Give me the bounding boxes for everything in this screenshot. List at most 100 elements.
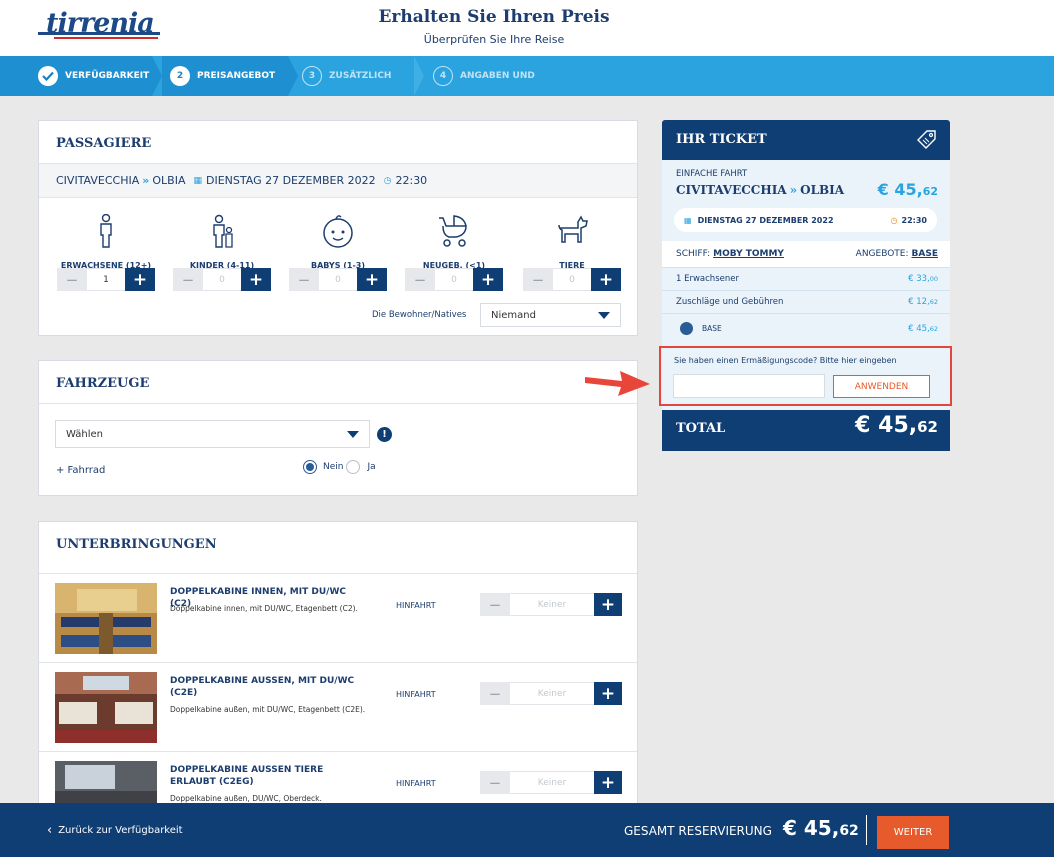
step-preisangebot: 2 PREISANGEBOT: [170, 56, 275, 96]
ticket-body: EINFACHE FAHRT CIVITAVECCHIA » OLBIA € 4…: [659, 160, 952, 410]
offer-name[interactable]: BASE: [912, 249, 938, 259]
ticket-title: IHR TICKET: [676, 132, 767, 147]
cabin-direction: HINFAHRT: [396, 779, 436, 788]
decrement-button[interactable]: −: [480, 682, 510, 705]
stroller-icon: [405, 213, 503, 249]
radio-yes[interactable]: [346, 460, 361, 474]
decrement-button[interactable]: −: [405, 268, 435, 291]
increment-button[interactable]: +: [241, 268, 271, 291]
cabin-direction: HINFAHRT: [396, 690, 436, 699]
increment-button[interactable]: +: [125, 268, 155, 291]
base-row: BASE € 45,62: [662, 313, 950, 343]
discount-prompt: Sie haben einen Ermäßigungscode? Bitte h…: [674, 356, 897, 365]
decrement-button[interactable]: −: [173, 268, 203, 291]
line-amount: € 12,62: [908, 297, 938, 307]
total-price: € 45,62: [855, 413, 938, 438]
next-button[interactable]: WEITER: [877, 816, 949, 849]
ticket-to: OLBIA: [800, 183, 845, 197]
residents-select[interactable]: Niemand: [480, 303, 621, 327]
cabin-desc: Doppelkabine außen, mit DU/WC, Etagenbet…: [170, 705, 366, 714]
decrement-button[interactable]: −: [480, 593, 510, 616]
ticket-date: DIENSTAG 27 DEZEMBER 2022: [697, 215, 834, 225]
progress-steps: VERFÜGBARKEIT 2 PREISANGEBOT 3 ZUSÄTZLIC…: [0, 56, 1054, 96]
radio-yes-label: Ja: [367, 462, 376, 472]
newborn-count[interactable]: 0: [435, 268, 473, 291]
pax-adult: ERWACHSENE (12+): [57, 213, 155, 270]
radio-no-label: Nein: [323, 462, 344, 472]
divider: [866, 815, 867, 845]
baby-stepper: − 0 +: [289, 268, 387, 291]
cabin-stepper: − Keiner +: [480, 593, 622, 616]
apply-button[interactable]: ANWENDEN: [833, 375, 930, 398]
step-label: ZUSÄTZLICH: [329, 71, 392, 81]
ticket-route: CIVITAVECCHIA » OLBIA: [676, 183, 844, 197]
residents-value: Niemand: [491, 309, 536, 321]
bike-link[interactable]: + Fahrrad: [56, 465, 105, 476]
ticket-total-bar: TOTAL € 45,62: [662, 410, 950, 451]
back-link[interactable]: ‹ Zurück zur Verfügbarkeit: [47, 823, 183, 838]
footer-total-label: GESAMT RESERVIERUNG: [624, 824, 772, 838]
radio-no[interactable]: [303, 460, 317, 474]
increment-button[interactable]: +: [594, 593, 622, 616]
discount-code-input[interactable]: [673, 374, 825, 398]
offer-label: ANGEBOTE:: [855, 249, 909, 259]
route-date: DIENSTAG 27 DEZEMBER 2022: [206, 174, 376, 187]
decrement-button[interactable]: −: [289, 268, 319, 291]
child-stepper: − 0 +: [173, 268, 271, 291]
pax-pet: TIERE: [523, 213, 621, 270]
vehicle-select-value: Wählen: [66, 428, 103, 440]
route-arrow-icon: »: [789, 183, 798, 197]
increment-button[interactable]: +: [594, 771, 622, 794]
cabin-count[interactable]: Keiner: [510, 593, 594, 616]
cabin-count[interactable]: Keiner: [510, 771, 594, 794]
decrement-button[interactable]: −: [480, 771, 510, 794]
base-radio[interactable]: [680, 322, 693, 335]
adult-count[interactable]: 1: [87, 268, 125, 291]
decrement-button[interactable]: −: [57, 268, 87, 291]
info-icon[interactable]: !: [377, 427, 392, 442]
divider: [39, 403, 637, 404]
clock-icon: ◷: [383, 175, 392, 186]
step-chevron: [414, 56, 424, 96]
page-title: Erhalten Sie Ihren Preis: [378, 7, 610, 27]
increment-button[interactable]: +: [594, 682, 622, 705]
chevron-down-icon: [598, 312, 610, 319]
increment-button[interactable]: +: [591, 268, 621, 291]
cabin-stepper: − Keiner +: [480, 682, 622, 705]
step-zusaetzlich: 3 ZUSÄTZLICH: [302, 56, 391, 96]
footer-bar: ‹ Zurück zur Verfügbarkeit GESAMT RESERV…: [0, 803, 1054, 857]
cabin-row: DOPPELKABINE INNEN, MIT DU/WC (C2) Doppe…: [39, 573, 637, 662]
baby-count[interactable]: 0: [319, 268, 357, 291]
ship-row: SCHIFF: MOBY TOMMY ANGEBOTE: BASE: [662, 241, 950, 267]
pet-icon: [523, 213, 621, 249]
residents-label: Die Bewohner/Natives: [372, 310, 467, 320]
back-label: Zurück zur Verfügbarkeit: [58, 825, 183, 836]
step-verfuegbarkeit[interactable]: VERFÜGBARKEIT: [38, 56, 149, 96]
route-to: OLBIA: [152, 174, 186, 187]
child-count[interactable]: 0: [203, 268, 241, 291]
line-label: 1 Erwachsener: [676, 274, 739, 284]
step-label: VERFÜGBARKEIT: [65, 71, 150, 81]
passengers-card: PASSAGIERE CIVITAVECCHIA » OLBIA ▦ DIENS…: [38, 120, 638, 336]
page-subtitle: Überprüfen Sie Ihre Reise: [423, 33, 565, 46]
base-label: BASE: [702, 324, 722, 333]
step-angaben: 4 ANGABEN UND: [433, 56, 535, 96]
route-from: CIVITAVECCHIA: [56, 174, 140, 187]
ticket-line: Zuschläge und Gebühren € 12,62: [662, 290, 950, 313]
vehicle-select[interactable]: Wählen: [55, 420, 370, 448]
cabin-count[interactable]: Keiner: [510, 682, 594, 705]
increment-button[interactable]: +: [357, 268, 387, 291]
route-time: 22:30: [395, 174, 428, 187]
baby-icon: [289, 213, 387, 249]
trip-type: EINFACHE FAHRT: [676, 169, 748, 179]
check-icon: [38, 66, 58, 86]
decrement-button[interactable]: −: [523, 268, 553, 291]
calendar-icon: ▦: [193, 175, 202, 186]
increment-button[interactable]: +: [473, 268, 503, 291]
tag-icon: [914, 128, 938, 156]
cabin-row: DOPPELKABINE AUSSEN, MIT DU/WC (C2E) Dop…: [39, 662, 637, 751]
pet-count[interactable]: 0: [553, 268, 591, 291]
ship-name[interactable]: MOBY TOMMY: [713, 249, 784, 259]
discount-highlight: Sie haben einen Ermäßigungscode? Bitte h…: [659, 346, 952, 406]
pax-newborn: NEUGEB. (<1): [405, 213, 503, 270]
